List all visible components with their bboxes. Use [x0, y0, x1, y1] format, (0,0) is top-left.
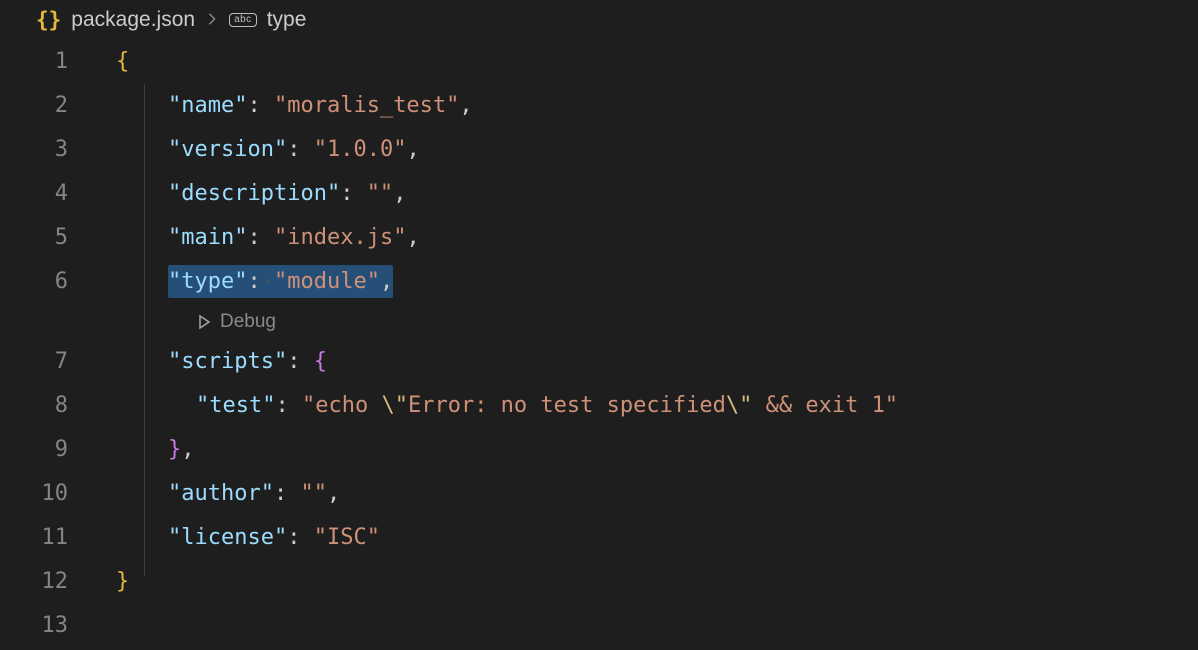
line-number: 3 [16, 128, 68, 172]
chevron-right-icon [205, 8, 219, 32]
breadcrumb-symbol[interactable]: type [267, 8, 307, 32]
play-icon [196, 314, 212, 330]
code-line[interactable] [96, 604, 1198, 648]
code-line[interactable]: "main": "index.js", [96, 216, 1198, 260]
line-number: 4 [16, 172, 68, 216]
line-number: 8 [16, 384, 68, 428]
line-number: 11 [16, 516, 68, 560]
json-file-icon: {} [36, 8, 61, 32]
code-line[interactable]: "name": "moralis_test", [96, 84, 1198, 128]
code-line[interactable]: "author": "", [96, 472, 1198, 516]
code-line-selected[interactable]: "type":·"module", [96, 260, 1198, 304]
line-number: 1 [16, 40, 68, 84]
breadcrumb: {} package.json abc type [0, 0, 1198, 40]
code-line[interactable]: "scripts": { [96, 340, 1198, 384]
code-area[interactable]: { "name": "moralis_test", "version": "1.… [96, 40, 1198, 648]
debug-code-lens[interactable]: Debug [96, 304, 1198, 340]
line-number: 7 [16, 340, 68, 384]
debug-label: Debug [220, 304, 276, 340]
code-line[interactable]: { [96, 40, 1198, 84]
code-editor[interactable]: 1 2 3 4 5 6 7 8 9 10 11 12 13 { "name": … [0, 40, 1198, 648]
line-number-gutter: 1 2 3 4 5 6 7 8 9 10 11 12 13 [16, 40, 96, 648]
code-line[interactable]: "test": "echo \"Error: no test specified… [96, 384, 1198, 428]
line-number: 13 [16, 604, 68, 648]
string-type-icon: abc [229, 13, 257, 27]
line-number: 10 [16, 472, 68, 516]
line-number: 6 [16, 260, 68, 304]
code-line[interactable]: }, [96, 428, 1198, 472]
line-number: 2 [16, 84, 68, 128]
line-number: 9 [16, 428, 68, 472]
breadcrumb-file[interactable]: package.json [71, 8, 195, 32]
code-line[interactable]: } [96, 560, 1198, 604]
code-line[interactable]: "description": "", [96, 172, 1198, 216]
line-number: 12 [16, 560, 68, 604]
code-line[interactable]: "version": "1.0.0", [96, 128, 1198, 172]
code-line[interactable]: "license": "ISC" [96, 516, 1198, 560]
line-number: 5 [16, 216, 68, 260]
